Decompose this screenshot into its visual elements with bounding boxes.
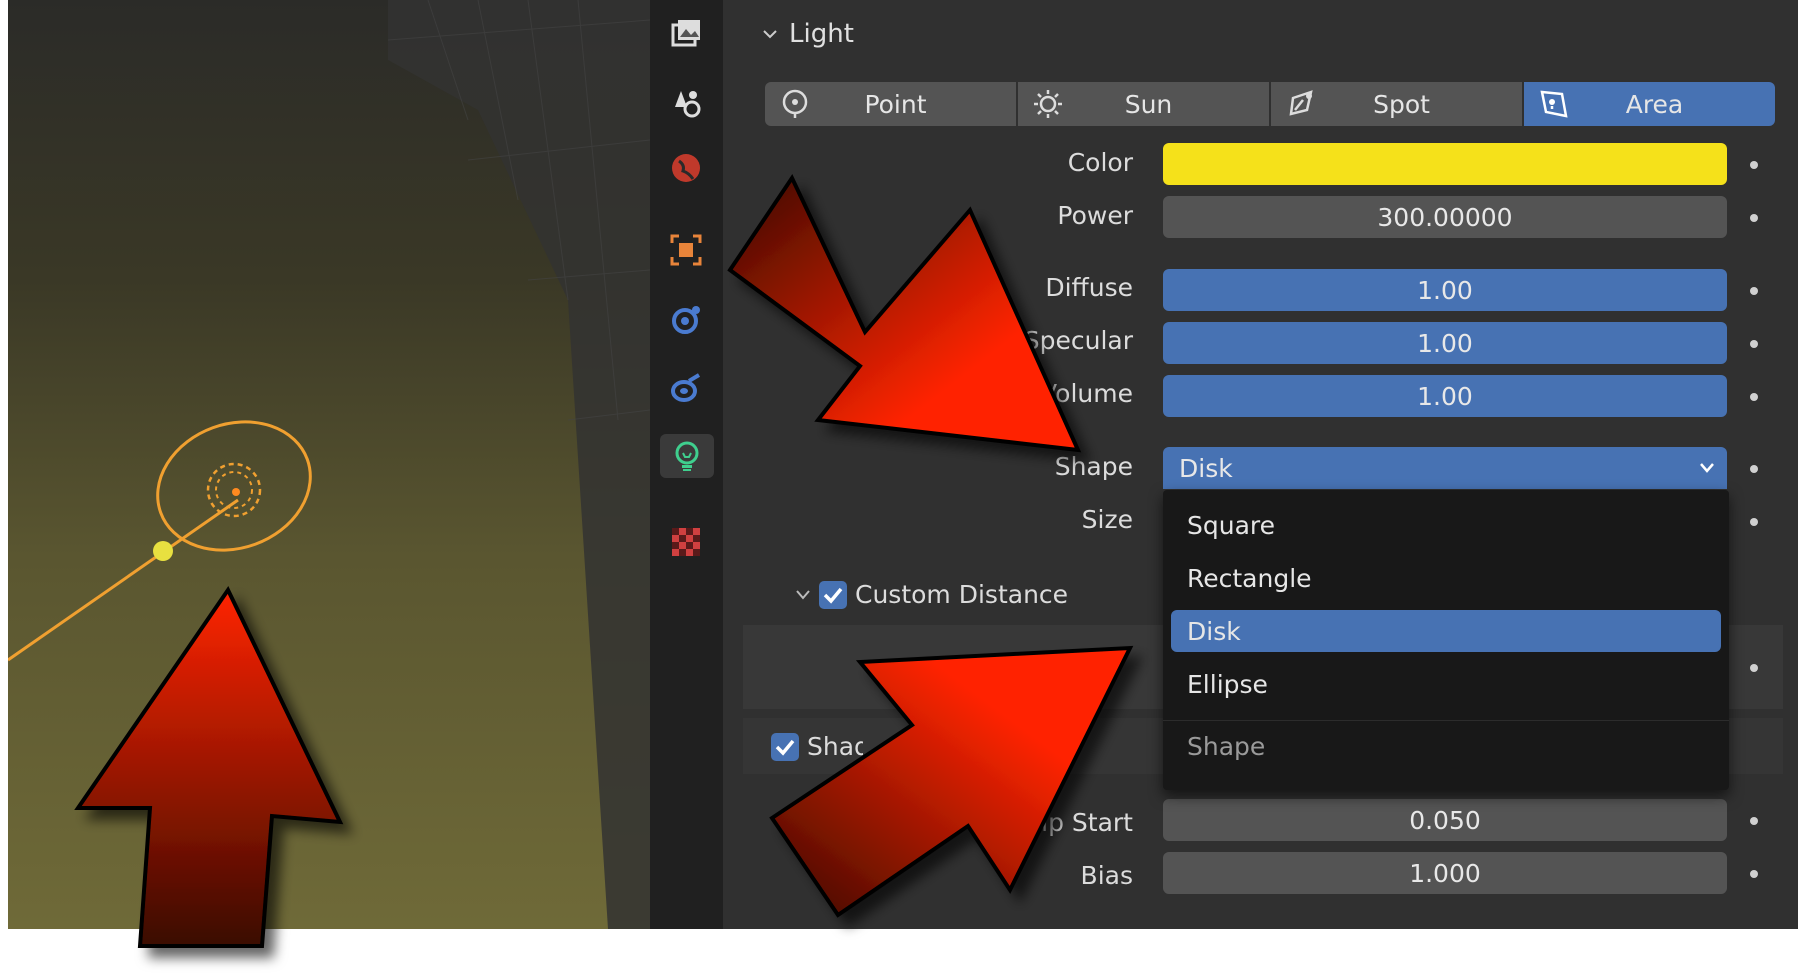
red-arrow-down-right: [727, 173, 1082, 453]
red-arrow-up-right: [769, 645, 1134, 918]
annotation-arrows: [74, 173, 1134, 948]
red-arrow-up: [74, 586, 344, 948]
blender-window: Light Point Sun Spot Area Color Power 30…: [0, 0, 1798, 980]
